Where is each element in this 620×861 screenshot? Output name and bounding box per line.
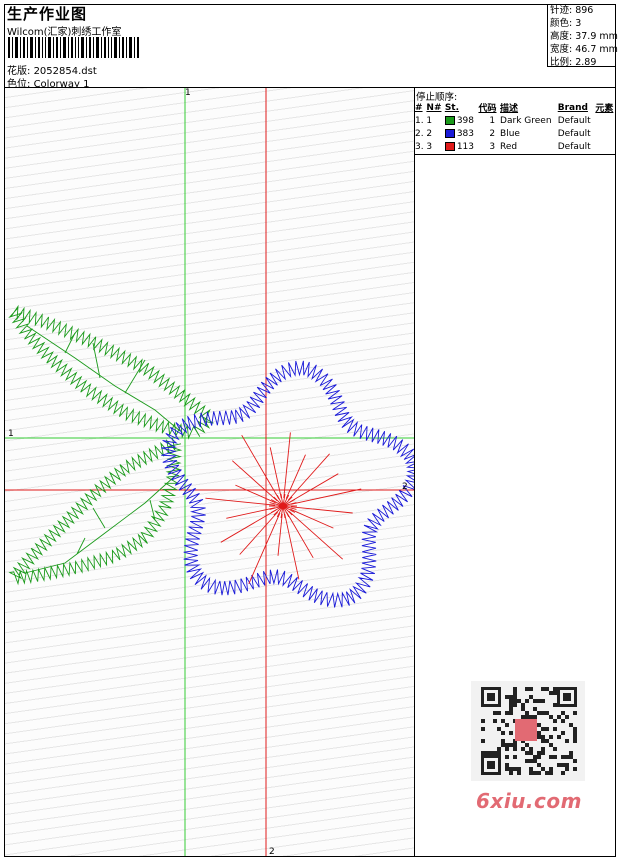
page-title: 生产作业图 [7, 5, 88, 23]
col-brand: Brand [557, 102, 588, 113]
guide-label-v1: 1 [185, 88, 191, 98]
table-header-row: # N# St. 代码 描述 Brand 元素 [414, 101, 616, 115]
guide-label-h2: 2 [402, 482, 408, 492]
row-index: 3. [415, 141, 424, 152]
row-stitches: 398 [444, 114, 478, 127]
row-description: Blue [500, 128, 520, 139]
table-row: 3. 3 113 3 Red Default [414, 140, 616, 153]
row-stitches: 113 [444, 140, 478, 153]
row-code: 1 [489, 115, 496, 126]
stat-colors: 颜色: 3 [550, 18, 582, 29]
watermark-logo: 6xiu.com [476, 789, 582, 813]
col-description: 描述 [500, 104, 519, 114]
lower-leaf-outline [8, 437, 183, 586]
table-row: 2. 2 383 2 Blue Default [414, 127, 616, 140]
color-swatch [444, 141, 455, 151]
row-element [594, 140, 616, 153]
design-canvas: 1 1 2 2 [5, 88, 415, 856]
table-row: 1. 1 398 1 Dark Green Default [414, 114, 616, 127]
row-brand: Default [557, 141, 591, 152]
color-swatch [444, 115, 455, 125]
upper-leaf-outline [8, 304, 214, 440]
row-element [594, 114, 616, 127]
upper-leaf-vein [26, 325, 181, 432]
col-needle: N# [426, 102, 442, 113]
studio-name: Wilcom(汇家)刺绣工作室 [7, 27, 122, 38]
row-needle: 2 [426, 128, 433, 139]
stat-ratio: 比例: 2.89 [550, 57, 597, 68]
table-bottom-divider [414, 154, 616, 155]
row-index: 1. [415, 115, 424, 126]
row-brand: Default [557, 128, 591, 139]
row-description: Red [500, 141, 518, 152]
row-brand: Default [557, 115, 591, 126]
guide-label-h1: 1 [8, 429, 14, 439]
design-stats: 针迹: 896 颜色: 3 高度: 37.9 mm 宽度: 46.7 mm 比例… [547, 4, 618, 68]
flower-petal-outline [161, 360, 415, 608]
stat-stitches: 针迹: 896 [550, 5, 594, 16]
qr-code-icon [471, 681, 585, 781]
stat-width: 宽度: 46.7 mm [550, 44, 618, 55]
flower-center-embroidery [205, 432, 362, 584]
col-element: 元素 [595, 104, 614, 114]
col-stitches: St. [444, 102, 460, 113]
row-needle: 1 [426, 115, 433, 126]
row-code: 3 [489, 141, 496, 152]
row-needle: 3 [426, 141, 433, 152]
leaf-embroidery [8, 304, 214, 586]
flower-embroidery [161, 360, 415, 608]
row-description: Dark Green [500, 115, 552, 126]
guide-label-v2: 2 [269, 847, 275, 856]
embroidery-artwork [5, 88, 415, 856]
row-stitches: 383 [444, 127, 478, 140]
stop-sequence-table: # N# St. 代码 描述 Brand 元素 1. 1 398 1 Dark … [414, 101, 616, 153]
row-element [594, 127, 616, 140]
col-index: # [415, 102, 423, 113]
row-index: 2. [415, 128, 424, 139]
color-swatch [444, 128, 455, 138]
stat-height: 高度: 37.9 mm [550, 31, 618, 42]
col-code: 代码 [478, 104, 497, 114]
row-code: 2 [489, 128, 496, 139]
barcode-icon [8, 37, 139, 58]
side-panel-divider [414, 88, 415, 856]
